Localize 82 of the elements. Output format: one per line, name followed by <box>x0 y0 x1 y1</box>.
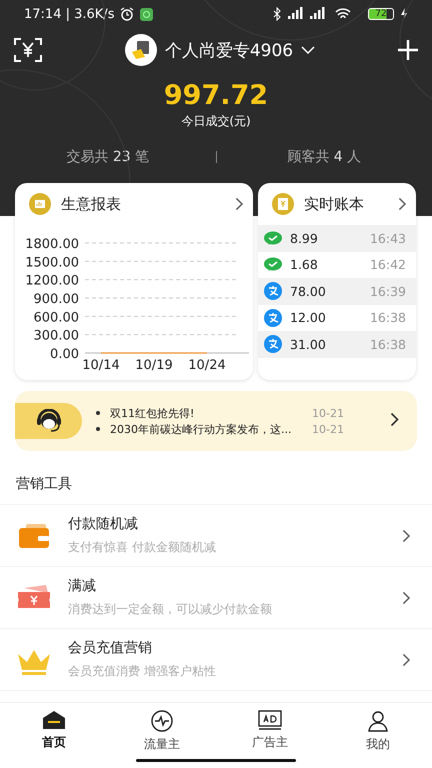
chevron-down-icon[interactable] <box>301 46 316 54</box>
payment-time: 16:38 <box>370 310 406 326</box>
tool-title: 满减 <box>68 577 97 595</box>
axis-label: 10/19 <box>135 358 173 373</box>
payment-circle-icon <box>264 282 282 300</box>
battery-level: 72 <box>368 8 394 20</box>
nav-tab[interactable]: 首页 <box>0 703 108 768</box>
ledger-row[interactable]: 12.00 16:38 <box>258 304 416 331</box>
nav-tab[interactable]: 广告主 <box>216 703 324 768</box>
alarm-icon <box>120 7 134 21</box>
bullet-icon <box>96 411 100 415</box>
pulse-icon <box>151 710 173 732</box>
store-name[interactable]: 个人尚爱专4906 <box>164 38 294 62</box>
payment-time: 16:38 <box>370 336 406 352</box>
stat-text: 交易共 23 笔 <box>65 148 150 166</box>
tool-subtitle: 会员充值消费 增强客户粘性 <box>68 663 217 680</box>
headset-agent-icon <box>36 409 62 433</box>
tool-row[interactable]: 付款随机减 支付有惊喜 付款金额随机减 <box>0 505 432 567</box>
payment-time: 16:43 <box>370 230 406 246</box>
ledger-row[interactable]: 8.99 16:43 <box>258 225 416 252</box>
axis-label: 600.00 <box>34 310 79 326</box>
home-icon <box>42 710 66 730</box>
payment-amount: 78.00 <box>290 284 326 299</box>
tool-subtitle: 支付有惊喜 付款金额随机减 <box>68 539 217 556</box>
ledger-row[interactable]: 1.68 16:42 <box>258 252 416 278</box>
report-card[interactable]: 生意报表 0.00 300.00 600.00 900.00 1200.00 1500.00 1800.00 10/14 10/19 10/24 <box>15 183 253 380</box>
ledger-row[interactable]: 78.00 16:39 <box>258 278 416 304</box>
app-notification-icon <box>140 8 154 20</box>
news-item[interactable]: 2030年前碳达峰行动方案发布，这... <box>110 422 306 436</box>
payment-circle-icon <box>264 308 282 327</box>
chevron-right-icon <box>402 528 410 542</box>
chat-bubble-icon <box>264 257 282 272</box>
store-avatar <box>124 34 157 66</box>
payment-amount: 31.00 <box>290 336 326 352</box>
news-date: 10-21 <box>312 422 344 436</box>
payment-amount: 1.68 <box>290 257 318 272</box>
axis-label: 10/24 <box>188 358 226 373</box>
today-amount: 997.72 <box>162 80 270 111</box>
tool-title: 会员充值营销 <box>68 639 153 657</box>
chevron-right-icon <box>402 652 410 666</box>
axis-label: 1800.00 <box>25 237 79 252</box>
tool-row[interactable]: 会员充值营销 会员充值消费 增强客户粘性 <box>0 629 432 691</box>
add-icon[interactable] <box>398 40 418 60</box>
chevron-right-icon <box>398 197 406 211</box>
news-banner[interactable]: 双11红包抢先得! 10-21 2030年前碳达峰行动方案发布，这... 10-21 <box>15 391 417 451</box>
axis-label: 300.00 <box>34 328 79 344</box>
ledger-icon <box>272 193 294 215</box>
ad-screen-icon <box>258 710 282 730</box>
scan-payment-icon[interactable] <box>14 38 42 62</box>
tool-title: 付款随机减 <box>68 515 139 533</box>
axis-label: 1500.00 <box>25 255 79 270</box>
ledger-card[interactable]: 实时账本 8.99 16:43 1.68 16:42 78.00 16:39 12.00 16:38 31.00 16:38 <box>258 183 416 380</box>
nav-tab[interactable]: 我的 <box>324 703 432 768</box>
payment-amount: 8.99 <box>290 230 318 246</box>
user-icon <box>367 710 389 732</box>
axis-label: 10/14 <box>82 358 120 373</box>
payment-time: 16:42 <box>370 257 406 272</box>
chevron-right-icon <box>390 412 399 426</box>
axis-label: 1200.00 <box>25 274 79 289</box>
tool-subtitle: 消费达到一定金额，可以减少付款金额 <box>68 601 273 618</box>
axis-label: 0.00 <box>50 347 79 362</box>
section-title: 营销工具 <box>0 451 432 505</box>
payment-time: 16:39 <box>370 284 406 299</box>
news-date: 10-21 <box>312 406 344 420</box>
news-item[interactable]: 双11红包抢先得! <box>110 406 306 420</box>
card-title: 生意报表 <box>61 194 122 214</box>
stat-text: 顾客共 4 人 <box>286 148 362 166</box>
nav-tab[interactable]: 流量主 <box>108 703 216 768</box>
status-time: 17:14 | 3.6K/s <box>24 6 114 22</box>
report-icon <box>29 193 51 215</box>
amount-label: 今日成交(元) <box>180 113 252 130</box>
charging-icon <box>400 8 408 20</box>
chevron-right-icon <box>234 197 243 211</box>
chevron-right-icon <box>402 590 410 604</box>
ledger-row[interactable]: 31.00 16:38 <box>258 331 416 358</box>
chat-bubble-icon <box>264 230 282 246</box>
axis-label: 900.00 <box>34 292 79 307</box>
payment-amount: 12.00 <box>290 310 326 326</box>
payment-circle-icon <box>264 335 282 354</box>
card-title: 实时账本 <box>304 194 365 214</box>
tool-row[interactable]: 满减 消费达到一定金额，可以减少付款金额 <box>0 567 432 629</box>
bullet-icon <box>96 427 100 431</box>
